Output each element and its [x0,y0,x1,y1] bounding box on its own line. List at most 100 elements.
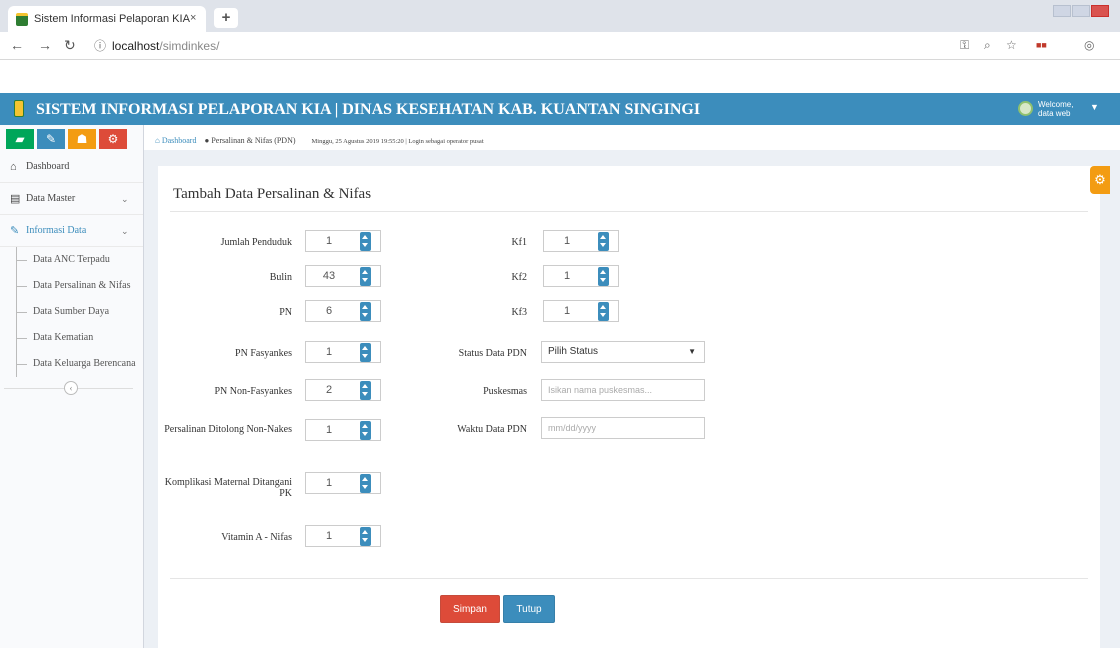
bulin-input[interactable]: 43 [305,265,381,287]
collapse-sidebar-icon[interactable]: ‹ [64,381,78,395]
forward-icon[interactable]: → [38,37,52,53]
waktu-date-input[interactable]: mm/dd/yyyy [541,417,705,439]
pn-non-fasyankes-input[interactable]: 2 [305,379,381,401]
profile-icon[interactable]: ◎ [1084,38,1094,52]
dropdown-arrow-icon: ▼ [688,347,696,356]
home-icon: ⌂ [155,136,160,145]
save-button[interactable]: Simpan [440,595,500,623]
sidebar-subitem-persalinan[interactable]: Data Persalinan & Nifas [17,273,143,299]
sidebar-subitem-kematian[interactable]: Data Kematian [17,325,143,351]
pn-fasyankes-input[interactable]: 1 [305,341,381,363]
users-icon[interactable]: ☗ [68,129,96,149]
sidebar-shortcuts: ▰ ✎ ☗ ⚙ [0,125,143,151]
pn-input[interactable]: 6 [305,300,381,322]
spinner-arrows-icon[interactable] [360,343,371,362]
zoom-icon[interactable]: ⌕ [984,38,991,53]
status-select[interactable]: Pilih Status ▼ [541,341,705,363]
field-label: PN Non-Fasyankes [214,386,293,397]
spinner-arrows-icon[interactable] [360,267,371,286]
new-tab-button[interactable]: + [214,8,238,28]
home-icon: ⌂ [10,161,17,173]
star-icon[interactable]: ☆ [1006,38,1017,52]
circle-icon: ● [204,136,210,145]
field-label: PN [279,307,292,318]
sidebar-item-data-master[interactable]: ▤ Data Master ⌄ [0,183,143,215]
sidebar: ▰ ✎ ☗ ⚙ ⌂ Dashboard ▤ Data Master ⌄ ✎ Infor… [0,125,144,648]
field-label: Kf2 [511,272,527,283]
welcome-text: Welcome, [1038,100,1074,109]
app-header: SISTEM INFORMASI PELAPORAN KIA | DINAS K… [0,93,1120,125]
submenu: Data ANC Terpadu Data Persalinan & Nifas… [16,247,143,377]
browser-tab[interactable]: Sistem Informasi Pelaporan KIA × [8,6,206,32]
kf2-input[interactable]: 1 [543,265,619,287]
sidebar-collapse: ‹ [0,377,143,399]
spinner-arrows-icon[interactable] [360,302,371,321]
spinner-arrows-icon[interactable] [360,474,371,493]
url-field[interactable]: ⓘ localhost/simdinkes/ [94,35,934,57]
tab-close-icon[interactable]: × [190,12,196,24]
field-label: Bulin [269,272,292,283]
pencil-icon[interactable]: ✎ [37,129,65,149]
field-label: PN Fasyankes [235,348,292,359]
field-label: Status Data PDN [458,348,527,359]
form-box [158,166,1100,648]
app-title: SISTEM INFORMASI PELAPORAN KIA | DINAS K… [36,101,701,118]
close-button[interactable]: Tutup [503,595,555,623]
sidebar-subitem-kb[interactable]: Data Keluarga Berencana [17,351,143,377]
persalinan-non-nakes-input[interactable]: 1 [305,419,381,441]
field-label: Vitamin A - Nifas [221,532,292,543]
chevron-down-icon: ⌄ [121,226,129,236]
breadcrumb: ⌂ Dashboard ● Persalinan & Nifas (PDN) M… [155,136,484,145]
key-icon[interactable]: ⚿ [960,38,969,53]
avatar [1018,101,1033,116]
url-host: localhost [112,39,160,53]
divider [170,211,1088,212]
address-bar: ← → ↻ ⓘ localhost/simdinkes/ ⚿ ⌕ ☆ ■■ ◎ [0,32,1120,60]
field-label: Kf1 [511,237,527,248]
tab-title: Sistem Informasi Pelaporan KIA [34,13,190,25]
sidebar-subitem-sumber-daya[interactable]: Data Sumber Daya [17,299,143,325]
spinner-arrows-icon[interactable] [598,302,609,321]
user-menu[interactable]: Welcome, data web ▼ [1014,96,1112,122]
chart-icon[interactable]: ▰ [6,129,34,149]
extension-icon[interactable]: ■■ [1036,40,1047,50]
kf1-input[interactable]: 1 [543,230,619,252]
table-icon: ▤ [10,193,21,205]
logo-icon [14,100,24,117]
sidebar-subitem-anc[interactable]: Data ANC Terpadu [17,247,143,273]
spinner-arrows-icon[interactable] [598,267,609,286]
sidebar-item-informasi-data[interactable]: ✎ Informasi Data ⌄ [0,215,143,247]
favicon-icon [16,13,28,26]
back-icon[interactable]: ← [10,37,24,53]
reload-icon[interactable]: ↻ [64,37,76,54]
caret-down-icon: ▼ [1090,102,1099,112]
minimize-icon[interactable] [1053,5,1071,17]
field-label: Waktu Data PDN [457,424,527,435]
spinner-arrows-icon[interactable] [360,381,371,400]
maximize-icon[interactable] [1072,5,1090,17]
breadcrumb-home[interactable]: ⌂ Dashboard [155,136,196,145]
datetime-info: Minggu, 25 Agustus 2019 19:55:20 | Login… [311,138,484,145]
komplikasi-maternal-input[interactable]: 1 [305,472,381,494]
field-label: Jumlah Penduduk [220,237,292,248]
edit-icon: ✎ [10,225,20,237]
sidebar-item-dashboard[interactable]: ⌂ Dashboard [0,151,143,183]
window-controls [1052,4,1112,20]
settings-gear-icon[interactable]: ⚙ [1090,166,1110,194]
puskesmas-input[interactable]: Isikan nama puskesmas... [541,379,705,401]
spinner-arrows-icon[interactable] [360,527,371,546]
jumlah-penduduk-input[interactable]: 1 [305,230,381,252]
field-label: Komplikasi Maternal Ditangani PK [164,477,292,499]
spinner-arrows-icon[interactable] [598,232,609,251]
cogs-icon[interactable]: ⚙ [99,129,127,149]
breadcrumb-current: ● Persalinan & Nifas (PDN) [204,136,296,145]
divider [170,578,1088,579]
spinner-arrows-icon[interactable] [360,421,371,440]
spinner-arrows-icon[interactable] [360,232,371,251]
url-path: /simdinkes/ [159,39,220,53]
kf3-input[interactable]: 1 [543,300,619,322]
chevron-down-icon: ⌄ [121,194,129,204]
info-icon: ⓘ [94,39,107,53]
vitamin-a-nifas-input[interactable]: 1 [305,525,381,547]
close-window-icon[interactable] [1091,5,1109,17]
